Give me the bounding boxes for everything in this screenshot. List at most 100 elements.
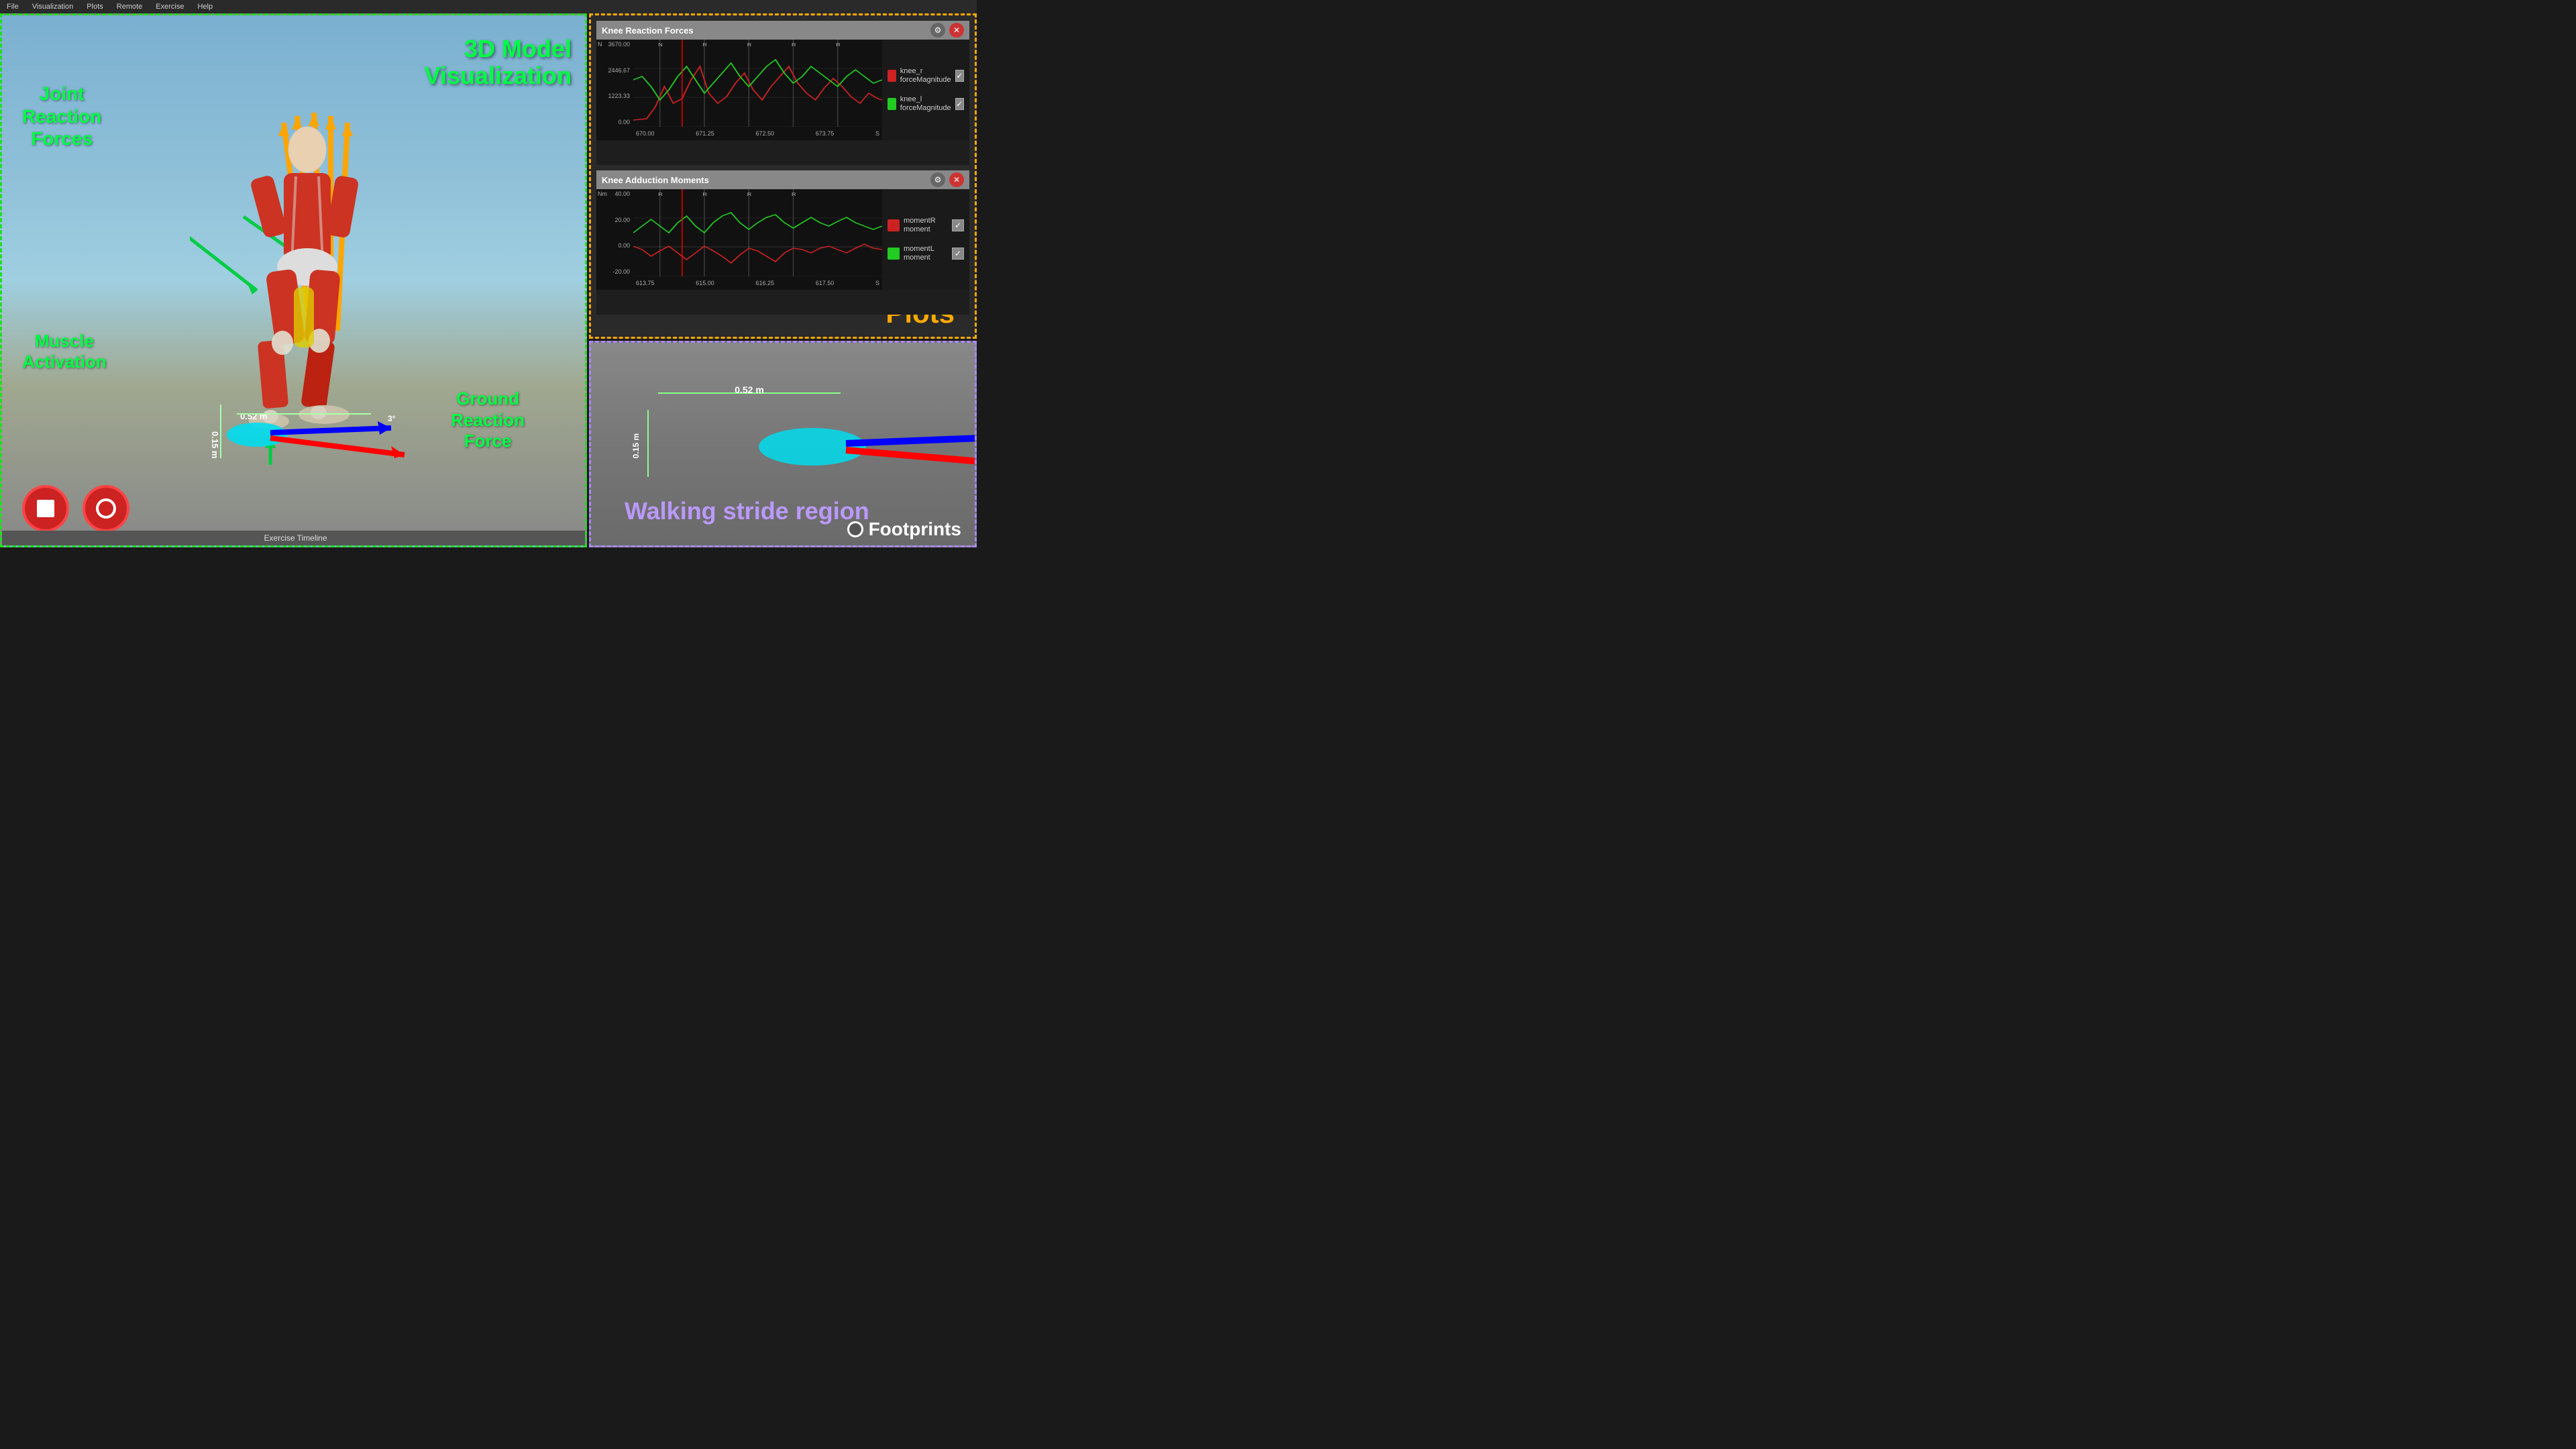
stride-region-label: Walking stride region [625, 497, 869, 525]
knee-adduction-plot: Knee Adduction Moments ⚙ ✕ Nm 40.00 20.0… [596, 170, 969, 315]
plot2-x-617: 617.50 [816, 280, 835, 286]
record-button[interactable] [83, 485, 129, 532]
plot2-legend-color-1 [888, 219, 900, 231]
plot1-y-2446: 2446.67 [596, 67, 632, 74]
plot1-x-671: 671.25 [696, 130, 714, 137]
plot2-x-615: 615.00 [696, 280, 714, 286]
footprints-icon [847, 521, 863, 537]
svg-text:3°: 3° [388, 414, 396, 423]
svg-text:R: R [836, 42, 841, 48]
plot1-x-axis: 670.00 671.25 672.50 673.75 S [633, 127, 882, 140]
stride-052-label: 0.52 m [735, 384, 764, 395]
stop-button[interactable] [22, 485, 69, 532]
stride-h-measure: 0.52 m [658, 383, 841, 403]
plot1-x-s: S [875, 130, 879, 137]
measure-h-line [237, 413, 371, 415]
plot1-legend: knee_rforceMagnitude ✓ knee_lforceMagnit… [882, 40, 969, 140]
knee-reaction-plot: Knee Reaction Forces ⚙ ✕ N 3670.00 2446.… [596, 21, 969, 165]
stride-v-measure: 0.15 m [638, 410, 658, 477]
plot2-x-613: 613.75 [636, 280, 655, 286]
plot1-legend-color-1 [888, 70, 896, 82]
svg-text:R: R [792, 192, 796, 197]
svg-text:R: R [702, 42, 707, 48]
plot2-y-0: 0.00 [596, 242, 632, 249]
measure-v-line [220, 405, 221, 458]
plot1-legend-text-1: knee_rforceMagnitude [900, 67, 951, 85]
plot1-chart: N 3670.00 2446.67 1223.33 0.00 [596, 40, 882, 140]
plot1-check-2[interactable]: ✓ [955, 98, 964, 110]
plot1-legend-text-2: knee_lforceMagnitude [900, 95, 951, 113]
plot1-y-unit: N [598, 41, 602, 48]
plot1-header: Knee Reaction Forces ⚙ ✕ [596, 21, 969, 40]
stop-icon [37, 500, 54, 517]
plot1-close-btn[interactable]: ✕ [949, 23, 964, 38]
plot1-body: N 3670.00 2446.67 1223.33 0.00 [596, 40, 969, 140]
plot2-legend-text-2: momentLmoment [904, 245, 934, 262]
viz-title: 3D Model Visualization [425, 36, 572, 89]
plot2-chart: Nm 40.00 20.00 0.00 -20.00 [596, 189, 882, 290]
plot2-x-616: 616.25 [755, 280, 774, 286]
v-measure-line [647, 410, 649, 477]
stride-015-label: 0.15 m [631, 433, 641, 458]
plot1-check-1[interactable]: ✓ [955, 70, 964, 82]
svg-text:R: R [747, 42, 752, 48]
plot2-close-btn[interactable]: ✕ [949, 172, 964, 187]
plot2-settings-btn[interactable]: ⚙ [930, 172, 945, 187]
plot2-body: Nm 40.00 20.00 0.00 -20.00 [596, 189, 969, 290]
plot2-chart-area: R R R R [633, 189, 882, 276]
left-panel-3d: 3D Model Visualization Joint Reaction Fo… [0, 13, 587, 547]
plot1-y-axis: N 3670.00 2446.67 1223.33 0.00 [596, 40, 633, 127]
plot2-legend-item-2: momentLmoment ✓ [888, 245, 964, 262]
plot1-chart-area: N R R R R [633, 40, 882, 127]
plot1-x-673: 673.75 [816, 130, 835, 137]
measure-015: 0.15 m [210, 431, 220, 458]
plot2-title: Knee Adduction Moments [602, 175, 709, 185]
plot2-legend-text-1: momentRmoment [904, 217, 936, 234]
plot2-x-s: S [875, 280, 879, 286]
plot1-x-672: 672.50 [755, 130, 774, 137]
plot2-header: Knee Adduction Moments ⚙ ✕ [596, 170, 969, 189]
plot1-legend-item-1: knee_rforceMagnitude ✓ [888, 67, 964, 85]
record-controls [22, 485, 129, 532]
stride-panel: 0.52 m 0.15 m 34° 32° Walking stride reg… [589, 341, 977, 547]
plot1-legend-item-2: knee_lforceMagnitude ✓ [888, 95, 964, 113]
menu-file[interactable]: File [0, 1, 25, 12]
plot2-y--20: -20.00 [596, 268, 632, 275]
plot2-y-axis: Nm 40.00 20.00 0.00 -20.00 [596, 189, 633, 276]
svg-text:R: R [658, 192, 663, 197]
menu-plots[interactable]: Plots [80, 1, 109, 12]
exercise-timeline[interactable]: Exercise Timeline [2, 531, 587, 545]
plot1-y-0: 0.00 [596, 119, 632, 125]
plot2-y-unit: Nm [598, 191, 607, 197]
menu-remote[interactable]: Remote [110, 1, 150, 12]
plot2-check-1[interactable]: ✓ [952, 219, 964, 231]
plot1-legend-color-2 [888, 98, 896, 110]
menu-help[interactable]: Help [191, 1, 219, 12]
plot2-svg: R R R R [633, 189, 882, 276]
menu-exercise[interactable]: Exercise [149, 1, 191, 12]
record-icon [96, 498, 116, 519]
plot2-legend-color-2 [888, 248, 900, 260]
menu-visualization[interactable]: Visualization [25, 1, 80, 12]
plot1-x-670: 670.00 [636, 130, 655, 137]
plot1-y-1223: 1223.33 [596, 93, 632, 99]
svg-text:R: R [792, 42, 796, 48]
plots-panel: Plots Knee Reaction Forces ⚙ ✕ N 3670.00… [589, 13, 977, 339]
plot2-check-2[interactable]: ✓ [952, 248, 964, 260]
joint-reaction-label: Joint Reaction Forces [22, 83, 101, 150]
footprints-label: Footprints [847, 519, 961, 540]
plot2-legend: momentRmoment ✓ momentLmoment ✓ [882, 189, 969, 290]
stride-grf-arrows: 34° 32° [725, 410, 977, 484]
muscle-activation-label: Muscle Activation [22, 331, 107, 372]
plot2-legend-item-1: momentRmoment ✓ [888, 217, 964, 234]
plot1-settings-btn[interactable]: ⚙ [930, 23, 945, 38]
plot2-y-20: 20.00 [596, 217, 632, 223]
svg-text:R: R [747, 192, 752, 197]
plot1-svg: N R R R R [633, 40, 882, 127]
plot2-x-axis: 613.75 615.00 616.25 617.50 S [633, 276, 882, 290]
plot1-title: Knee Reaction Forces [602, 25, 694, 36]
svg-text:N: N [658, 42, 663, 48]
ground-reaction-label: Ground Reaction Force [451, 388, 525, 451]
menubar: File Visualization Plots Remote Exercise… [0, 0, 977, 13]
svg-text:R: R [702, 192, 707, 197]
